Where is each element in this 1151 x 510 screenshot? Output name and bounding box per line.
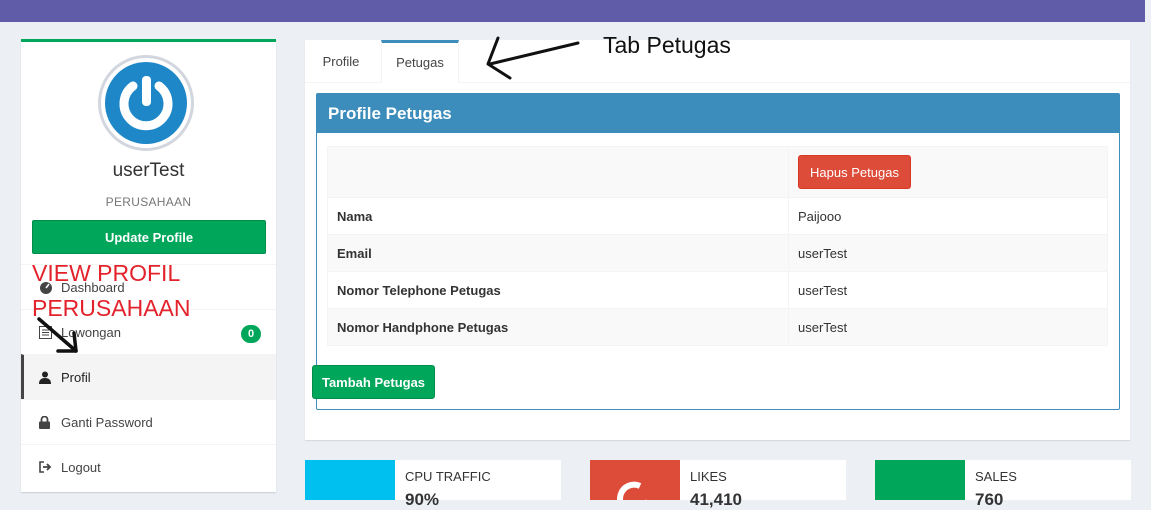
row-value-handphone: userTest <box>788 308 1108 346</box>
table-row: Email userTest <box>327 234 1108 272</box>
top-navbar <box>0 0 1145 22</box>
table-row: Nomor Telephone Petugas userTest <box>327 271 1108 309</box>
annotation-view-line1: VIEW PROFIL <box>32 260 181 286</box>
profile-petugas-panel: Profile Petugas Hapus Petugas Nama Paijo… <box>316 93 1120 410</box>
table-cell <box>327 146 789 198</box>
annotation-tab-petugas: Tab Petugas <box>603 32 731 58</box>
table-cell: Hapus Petugas <box>788 146 1108 198</box>
info-box-sales: SALES 760 <box>875 460 1131 509</box>
row-label-handphone: Nomor Handphone Petugas <box>327 308 789 346</box>
panel-title: Profile Petugas <box>317 94 1119 133</box>
tambah-petugas-button[interactable]: Tambah Petugas <box>312 365 435 399</box>
lowongan-count-badge: 0 <box>241 325 261 343</box>
power-logo-icon <box>105 62 187 144</box>
nav-label-profil: Profil <box>61 369 91 385</box>
info-box-cpu: CPU TRAFFIC 90% <box>305 460 561 509</box>
sign-out-icon <box>39 461 61 473</box>
nav-label-logout: Logout <box>61 459 101 475</box>
tab-profile[interactable]: Profile <box>305 40 377 83</box>
info-label-likes: LIKES <box>690 469 727 484</box>
info-box-likes: LIKES 41,410 <box>590 460 846 510</box>
annotation-arrow-left-icon <box>486 36 580 80</box>
info-label-sales: SALES <box>975 469 1017 484</box>
annotation-arrow-down-icon <box>37 317 78 353</box>
user-icon <box>39 371 61 384</box>
info-value-sales: 760 <box>975 490 1004 509</box>
row-label-email: Email <box>327 234 789 272</box>
table-row: Nomor Handphone Petugas userTest <box>327 308 1108 346</box>
row-value-nama: Paijooo <box>788 197 1108 235</box>
avatar <box>98 55 194 151</box>
google-plus-icon <box>590 460 680 510</box>
lock-icon <box>39 415 61 429</box>
profile-username: userTest <box>112 160 185 181</box>
row-value-email: userTest <box>788 234 1108 272</box>
info-label-cpu: CPU TRAFFIC <box>405 469 491 484</box>
table-row: Nama Paijooo <box>327 197 1108 235</box>
cpu-icon <box>305 460 395 500</box>
cart-icon <box>875 460 965 500</box>
nav-item-profil[interactable]: Profil <box>21 354 276 399</box>
nav-item-ganti-password[interactable]: Ganti Password <box>21 399 276 444</box>
tab-petugas[interactable]: Petugas <box>381 40 459 83</box>
profile-role: PERUSAHAAN <box>105 195 192 209</box>
page-edge <box>1145 0 1151 497</box>
table-row: Hapus Petugas <box>327 146 1108 198</box>
hapus-petugas-button[interactable]: Hapus Petugas <box>798 155 911 189</box>
info-value-likes: 41,410 <box>690 490 742 509</box>
row-label-nama: Nama <box>327 197 789 235</box>
row-value-telephone: userTest <box>788 271 1108 309</box>
update-profile-button[interactable]: Update Profile <box>32 220 266 254</box>
nav-label-ganti-password: Ganti Password <box>61 414 153 430</box>
row-label-telephone: Nomor Telephone Petugas <box>327 271 789 309</box>
nav-item-logout[interactable]: Logout <box>21 444 276 489</box>
petugas-table: Hapus Petugas Nama Paijooo Email userTes… <box>327 146 1108 346</box>
info-value-cpu: 90% <box>405 490 440 509</box>
